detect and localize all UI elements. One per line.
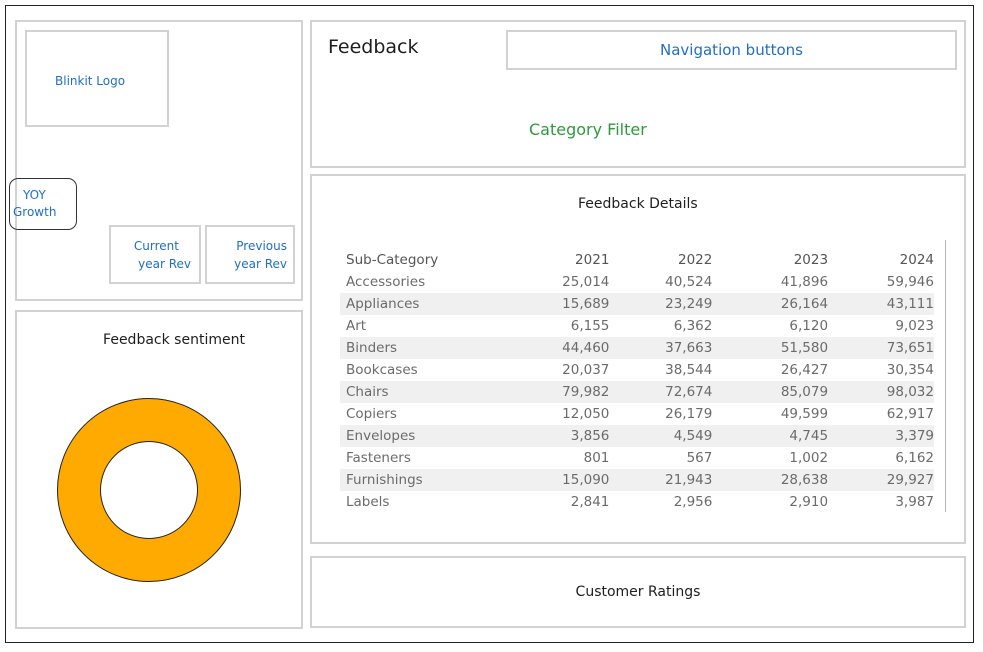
value-cell: 12,050	[562, 406, 610, 422]
value-cell: 6,362	[673, 318, 713, 334]
table-row[interactable]: Fasteners 801 567 1,002 6,162	[340, 447, 934, 469]
column-header-2021[interactable]: 2021	[505, 249, 609, 271]
value-cell: 98,032	[886, 384, 934, 400]
value-cell: 9,023	[895, 318, 934, 334]
previous-rev-line1: Previous	[236, 239, 287, 253]
sub-category-cell: Chairs	[346, 384, 389, 400]
value-cell: 3,856	[570, 428, 610, 444]
sub-category-cell: Fasteners	[346, 450, 411, 466]
blinkit-logo-placeholder: Blinkit Logo	[25, 30, 169, 127]
current-year-rev-card: Current year Rev	[109, 225, 201, 284]
value-cell: 59,946	[886, 274, 934, 290]
value-cell: 26,427	[780, 362, 829, 378]
value-cell: 62,917	[886, 406, 934, 422]
yoy-label-line1: YOY	[23, 188, 46, 202]
yoy-growth-button[interactable]: YOY Growth	[9, 178, 77, 230]
value-cell: 6,155	[570, 318, 610, 334]
navigation-buttons-label: Navigation buttons	[660, 41, 803, 59]
sub-category-cell: Envelopes	[346, 428, 416, 444]
value-cell: 79,982	[562, 384, 610, 400]
previous-year-rev-card: Previous year Rev	[205, 225, 295, 284]
previous-rev-line2: year Rev	[234, 257, 287, 271]
value-cell: 26,179	[665, 406, 713, 422]
value-cell: 44,460	[562, 340, 610, 356]
value-cell: 4,745	[789, 428, 829, 444]
value-cell: 567	[686, 450, 713, 466]
value-cell: 43,111	[886, 296, 934, 312]
navigation-buttons[interactable]: Navigation buttons	[506, 30, 957, 70]
value-cell: 2,841	[570, 494, 610, 510]
value-cell: 23,249	[665, 296, 713, 312]
feedback-details-title: Feedback Details	[578, 196, 698, 212]
value-cell: 21,943	[665, 472, 713, 488]
value-cell: 51,580	[780, 340, 829, 356]
table-scroll-divider	[945, 240, 946, 512]
value-cell: 73,651	[886, 340, 934, 356]
value-cell: 1,002	[789, 450, 829, 466]
value-cell: 40,524	[665, 274, 713, 290]
value-cell: 4,549	[673, 428, 713, 444]
table-row[interactable]: Bookcases 20,037 38,544 26,427 30,354	[340, 359, 934, 381]
sub-category-cell: Binders	[346, 340, 398, 356]
category-filter[interactable]: Category Filter	[529, 120, 647, 139]
value-cell: 15,090	[562, 472, 610, 488]
current-rev-line1: Current	[133, 239, 179, 253]
table-row[interactable]: Binders 44,460 37,663 51,580 73,651	[340, 337, 934, 359]
value-cell: 25,014	[562, 274, 610, 290]
value-cell: 72,674	[665, 384, 713, 400]
sentiment-donut-chart	[57, 398, 241, 582]
value-cell: 85,079	[780, 384, 829, 400]
table-row[interactable]: Copiers 12,050 26,179 49,599 62,917	[340, 403, 934, 425]
sub-category-cell: Labels	[346, 494, 390, 510]
value-cell: 49,599	[780, 406, 829, 422]
sub-category-cell: Accessories	[346, 274, 426, 290]
yoy-label-line2: Growth	[13, 205, 57, 219]
feedback-details-table: Sub-Category 2021 2022 2023 2024 Accesso…	[340, 249, 934, 513]
value-cell: 15,689	[562, 296, 610, 312]
value-cell: 2,910	[789, 494, 829, 510]
table-row[interactable]: Chairs 79,982 72,674 85,079 98,032	[340, 381, 934, 403]
value-cell: 2,956	[673, 494, 713, 510]
sub-category-cell: Appliances	[346, 296, 420, 312]
table-row[interactable]: Accessories 25,014 40,524 41,896 59,946	[340, 271, 934, 293]
column-header-sub-category[interactable]: Sub-Category	[340, 249, 505, 271]
sub-category-cell: Copiers	[346, 406, 397, 422]
value-cell: 29,927	[886, 472, 934, 488]
value-cell: 3,379	[895, 428, 934, 444]
value-cell: 26,164	[780, 296, 829, 312]
table-row[interactable]: Labels 2,841 2,956 2,910 3,987	[340, 491, 934, 513]
value-cell: 3,987	[895, 494, 934, 510]
sub-category-cell: Art	[346, 318, 367, 334]
value-cell: 30,354	[886, 362, 934, 378]
current-rev-line2: year Rev	[138, 257, 191, 271]
page-title: Feedback	[328, 36, 419, 58]
sentiment-ring-inner-edge	[100, 441, 198, 539]
value-cell: 38,544	[665, 362, 713, 378]
column-header-2024[interactable]: 2024	[828, 249, 934, 271]
value-cell: 41,896	[780, 274, 829, 290]
table-header-row: Sub-Category 2021 2022 2023 2024	[340, 249, 934, 271]
customer-ratings-title: Customer Ratings	[575, 584, 701, 600]
customer-ratings-panel: Customer Ratings	[310, 556, 966, 628]
table-row[interactable]: Art 6,155 6,362 6,120 9,023	[340, 315, 934, 337]
value-cell: 6,162	[895, 450, 934, 466]
column-header-2023[interactable]: 2023	[712, 249, 828, 271]
value-cell: 28,638	[780, 472, 829, 488]
sentiment-title: Feedback sentiment	[103, 332, 245, 348]
value-cell: 37,663	[665, 340, 713, 356]
sub-category-cell: Furnishings	[346, 472, 423, 488]
table-row[interactable]: Appliances 15,689 23,249 26,164 43,111	[340, 293, 934, 315]
value-cell: 20,037	[562, 362, 610, 378]
blinkit-logo-label: Blinkit Logo	[55, 74, 126, 88]
sub-category-cell: Bookcases	[346, 362, 418, 378]
table-row[interactable]: Envelopes 3,856 4,549 4,745 3,379	[340, 425, 934, 447]
table-row[interactable]: Furnishings 15,090 21,943 28,638 29,927	[340, 469, 934, 491]
value-cell: 801	[583, 450, 610, 466]
value-cell: 6,120	[789, 318, 829, 334]
column-header-2022[interactable]: 2022	[609, 249, 712, 271]
